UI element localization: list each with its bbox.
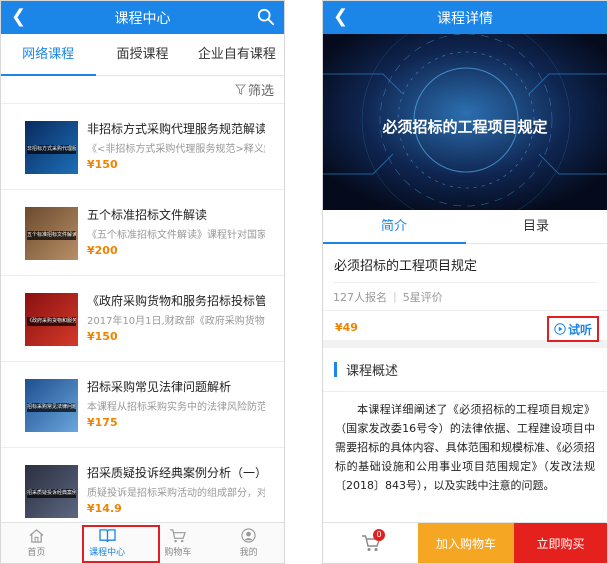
course-type-tabs: 网络课程 面授课程 企业自有课程 — [1, 34, 284, 76]
course-item[interactable]: 招标采购常见法律问题解析招标采购常见法律问题解析本课程从招标采购实务中的法律风险… — [1, 362, 284, 448]
nav-home[interactable]: 首页 — [1, 523, 72, 563]
home-icon — [29, 529, 44, 543]
back-icon[interactable]: ❮ — [333, 6, 348, 28]
nav-mine-label: 我的 — [239, 548, 258, 558]
highlight-box — [82, 525, 160, 563]
course-title: 招标采购常见法律问题解析 — [87, 380, 232, 394]
cart-badge: 0 — [373, 529, 385, 541]
course-description: 质疑投诉是招标采购活动的组成部分，对于 — [87, 488, 265, 499]
nav-cart-label: 购物车 — [164, 548, 192, 558]
course-detail-screen: ❮ 课程详情 必须招标的工程项目规定 简介 目录 必须招标的工程项目规定 127… — [322, 0, 608, 564]
course-title: 五个标准招标文件解读 — [87, 208, 208, 222]
filter-row: 筛选 — [1, 76, 284, 104]
price-bar: ¥49 试听 — [323, 310, 607, 348]
page-title: 课程中心 — [114, 10, 171, 27]
course-price: ¥150 — [87, 330, 118, 343]
purchase-bar: 0 加入购物车 立即购买 — [323, 522, 607, 563]
cart-icon — [170, 529, 187, 543]
detail-tabs: 简介 目录 — [323, 210, 607, 244]
filter-icon[interactable] — [234, 84, 246, 95]
thumbnail-caption: 招采质疑投诉经典案例分析（一） — [27, 489, 76, 498]
course-title: 《政府采购货物和服务招标投标管理 — [87, 294, 265, 308]
header-bar: ❮ 课程中心 — [1, 1, 284, 34]
header-bar: ❮ 课程详情 — [323, 1, 607, 34]
meta-divider: | — [393, 290, 397, 303]
course-item[interactable]: 五个标准招标文件解读 五个标准招标文件解读 《五个标准招标文件解读》课程针对国家发 ¥… — [1, 190, 284, 276]
course-title: 非招标方式采购代理服务规范解读（ — [87, 122, 265, 136]
course-thumbnail: 五个标准招标文件解读 — [25, 207, 78, 260]
search-icon[interactable] — [257, 8, 275, 26]
course-description: 《<非招标方式采购代理服务规范>释义解 — [87, 144, 265, 155]
buy-now-button[interactable]: 立即购买 — [514, 523, 607, 563]
course-item[interactable]: 非招标方式采购代理服务规范解读（二） 非招标方式采购代理服务规范解读（ 《<非招标方… — [1, 104, 284, 190]
course-thumbnail: 《政府采购货物和服务招标投标管理办法》解读 — [25, 293, 78, 346]
enrolled-count: 127人报名 — [333, 290, 387, 304]
tab-enterprise-courses[interactable]: 企业自有课程 — [190, 34, 284, 75]
trial-label: 试听 — [567, 322, 592, 337]
cart-button[interactable]: 0 — [323, 523, 418, 563]
thumbnail-caption: 非招标方式采购代理服务规范解读（二） — [27, 145, 76, 154]
course-list: 非招标方式采购代理服务规范解读（二） 非招标方式采购代理服务规范解读（ 《<非招标方… — [1, 104, 284, 534]
heading-accent-bar — [334, 362, 337, 377]
course-price: ¥200 — [87, 244, 118, 257]
overview-heading-text: 课程概述 — [346, 364, 399, 379]
overview-text: 本课程详细阐述了《必须招标的工程项目规定》（国家发改委16号令）的法律依据、工程… — [335, 403, 595, 492]
overview-heading: 课程概述 — [323, 348, 607, 392]
course-description: 2017年10月1日,财政部《政府采购货物和服 — [87, 316, 265, 327]
course-meta: 127人报名 | 5星评价 — [333, 282, 597, 310]
filter-button[interactable]: 筛选 — [248, 80, 274, 99]
course-center-screen: ❮ 课程中心 网络课程 面授课程 企业自有课程 筛选 非招标方式采购代理服务规范… — [0, 0, 285, 564]
active-tab-indicator — [1, 74, 96, 76]
thumbnail-caption: 《政府采购货物和服务招标投标管理办法》解读 — [27, 317, 76, 326]
banner-title: 必须招标的工程项目规定 — [382, 118, 548, 136]
course-description: 《五个标准招标文件解读》课程针对国家发 — [87, 230, 265, 241]
course-item[interactable]: 《政府采购货物和服务招标投标管理办法》解读 《政府采购货物和服务招标投标管理 201… — [1, 276, 284, 362]
tab-catalog[interactable]: 目录 — [465, 210, 607, 243]
rating: 5星评价 — [402, 290, 443, 304]
user-icon — [241, 528, 256, 543]
active-tab-indicator — [323, 242, 466, 244]
course-thumbnail: 招标采购常见法律问题解析 — [25, 379, 78, 432]
tab-online-courses[interactable]: 网络课程 — [1, 34, 95, 75]
thumbnail-caption: 招标采购常见法律问题解析 — [27, 403, 76, 412]
course-thumbnail: 非招标方式采购代理服务规范解读（二） — [25, 121, 78, 174]
course-banner: 必须招标的工程项目规定 — [323, 34, 607, 210]
course-title: 必须招标的工程项目规定 — [334, 259, 478, 274]
course-title: 招采质疑投诉经典案例分析（一） — [87, 466, 265, 480]
course-thumbnail: 招采质疑投诉经典案例分析（一） — [25, 465, 78, 518]
nav-mine[interactable]: 我的 — [213, 523, 284, 563]
course-price: ¥150 — [87, 158, 118, 171]
course-price: ¥14.9 — [87, 502, 122, 515]
page-title: 课程详情 — [437, 10, 493, 27]
course-description: 本课程从招标采购实务中的法律风险防范和 — [87, 402, 265, 413]
back-icon[interactable]: ❮ — [11, 6, 26, 28]
course-price: ¥175 — [87, 416, 118, 429]
play-icon — [554, 323, 566, 335]
add-to-cart-button[interactable]: 加入购物车 — [418, 523, 514, 563]
tab-intro[interactable]: 简介 — [323, 210, 465, 243]
course-price: ¥49 — [335, 321, 358, 334]
trial-button[interactable]: 试听 — [547, 316, 599, 342]
nav-home-label: 首页 — [27, 548, 46, 558]
tab-offline-courses[interactable]: 面授课程 — [95, 34, 189, 75]
thumbnail-caption: 五个标准招标文件解读 — [27, 231, 76, 240]
